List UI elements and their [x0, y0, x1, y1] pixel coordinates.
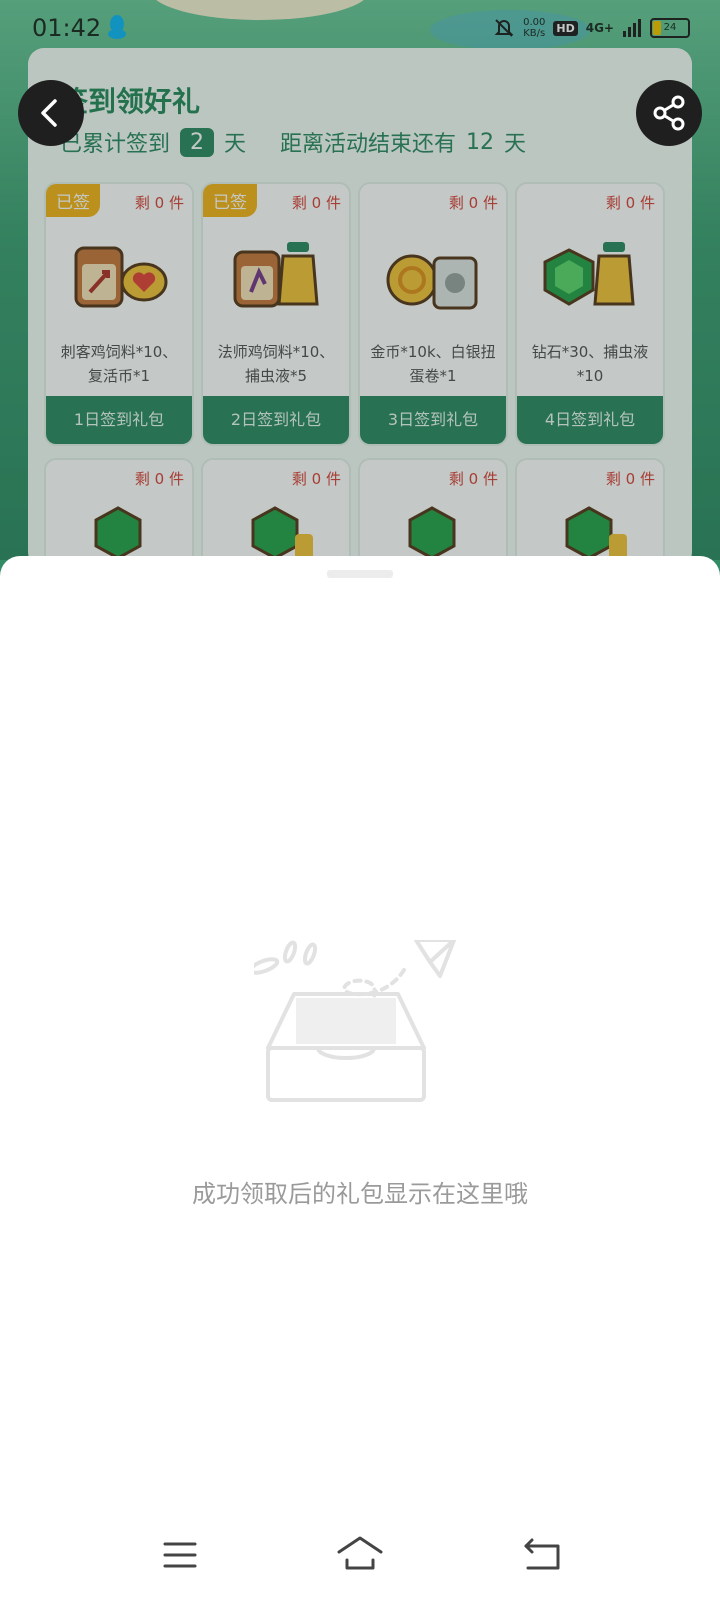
share-button[interactable]: [636, 80, 702, 146]
share-icon: [653, 95, 685, 131]
back-button[interactable]: [18, 80, 84, 146]
chevron-left-icon: [41, 99, 57, 127]
gift-record-sheet: 成功领取后的礼包显示在这里哦: [0, 556, 720, 1600]
menu-icon[interactable]: [155, 1530, 205, 1580]
system-nav-bar: [0, 1510, 720, 1600]
sheet-drag-handle[interactable]: [327, 570, 393, 578]
empty-state-text: 成功领取后的礼包显示在这里哦: [192, 1180, 528, 1208]
home-icon[interactable]: [335, 1530, 385, 1580]
return-icon[interactable]: [518, 1530, 568, 1580]
dim-overlay[interactable]: [0, 0, 720, 560]
empty-box-icon: [254, 940, 456, 1102]
